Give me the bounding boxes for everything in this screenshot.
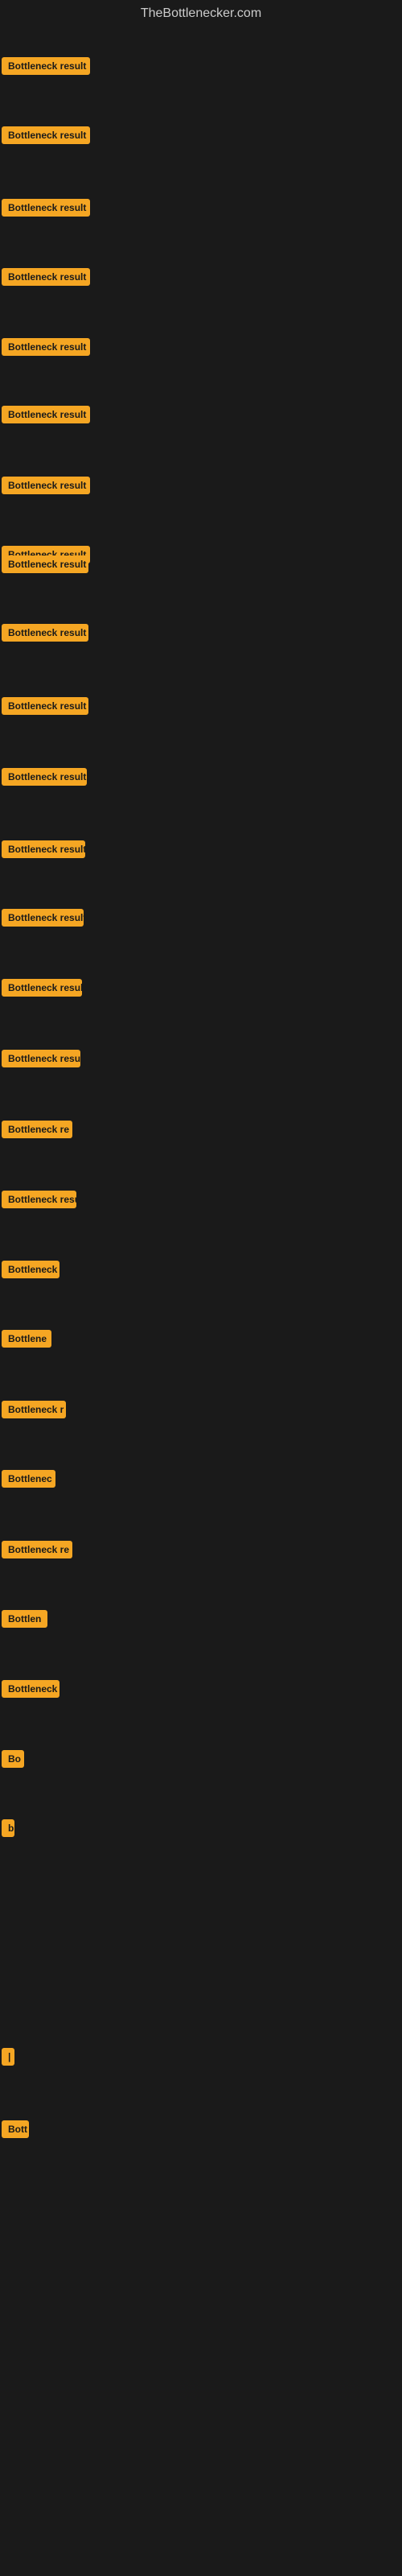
- bottleneck-result-badge: Bottleneck r: [2, 1401, 66, 1422]
- bottleneck-result-badge: Bottleneck result: [2, 697, 88, 719]
- bottleneck-result-badge: Bottleneck result: [2, 126, 90, 148]
- bottleneck-label: Bottleneck result: [2, 268, 90, 286]
- bottleneck-result-badge: Bottlenec: [2, 1470, 55, 1492]
- bottleneck-label: |: [2, 2048, 14, 2066]
- bottleneck-label: Bottleneck result: [2, 840, 85, 858]
- bottleneck-label: Bottleneck r: [2, 1401, 66, 1418]
- bottleneck-result-badge: Bottleneck result: [2, 768, 87, 790]
- bottleneck-label: Bottleneck result: [2, 768, 87, 786]
- bottleneck-result-badge: Bottleneck result: [2, 624, 88, 646]
- bottleneck-result-badge: Bottleneck result: [2, 57, 90, 79]
- bottleneck-result-badge: Bottleneck re: [2, 1541, 72, 1563]
- bottleneck-label: Bo: [2, 1750, 24, 1768]
- bottleneck-label: Bottleneck result: [2, 126, 90, 144]
- bottleneck-label: Bottleneck re: [2, 1121, 72, 1138]
- bottleneck-label: b: [2, 1819, 14, 1837]
- bottleneck-result-badge: Bottleneck result: [2, 199, 90, 221]
- bottleneck-label: Bottleneck result: [2, 477, 90, 494]
- bottleneck-label: Bottleneck result: [2, 909, 84, 927]
- bottleneck-label: Bottleneck: [2, 1261, 59, 1278]
- bottleneck-label: Bott: [2, 2120, 29, 2138]
- bottleneck-label: Bottleneck result: [2, 624, 88, 642]
- site-title: TheBottlenecker.com: [0, 0, 402, 27]
- bottleneck-result-badge: b: [2, 1819, 14, 1841]
- bottleneck-label: Bottleneck: [2, 1680, 59, 1698]
- bottleneck-label: Bottleneck result: [2, 338, 90, 356]
- bottleneck-result-badge: Bottleneck: [2, 1261, 59, 1282]
- bottleneck-label: Bottleneck result: [2, 199, 90, 217]
- bottleneck-label: Bottleneck result: [2, 555, 88, 573]
- bottleneck-label: Bottleneck result: [2, 979, 82, 997]
- bottleneck-result-badge: Bottlen: [2, 1610, 47, 1632]
- bottleneck-result-badge: Bottleneck: [2, 1680, 59, 1702]
- bottleneck-result-badge: Bo: [2, 1750, 24, 1772]
- bottleneck-result-badge: Bottleneck result: [2, 555, 88, 577]
- bottleneck-result-badge: Bottleneck result: [2, 477, 90, 498]
- bottleneck-result-badge: |: [2, 2048, 14, 2070]
- bottleneck-result-badge: Bottleneck result: [2, 1050, 80, 1071]
- bottleneck-result-badge: Bottleneck result: [2, 406, 90, 427]
- bottleneck-result-badge: Bottleneck result: [2, 338, 90, 360]
- bottleneck-result-badge: Bottleneck result: [2, 268, 90, 290]
- bottleneck-label: Bottleneck result: [2, 57, 90, 75]
- bottleneck-result-badge: Bottleneck result: [2, 979, 82, 1001]
- bottleneck-result-badge: Bottleneck resul: [2, 1191, 76, 1212]
- bottleneck-label: Bottleneck result: [2, 697, 88, 715]
- bottleneck-result-badge: Bottleneck result: [2, 909, 84, 931]
- bottleneck-label: Bottleneck resul: [2, 1191, 76, 1208]
- bottleneck-result-badge: Bottleneck result: [2, 840, 85, 862]
- bottleneck-label: Bottlen: [2, 1610, 47, 1628]
- bottleneck-label: Bottleneck re: [2, 1541, 72, 1558]
- bottleneck-result-badge: Bottleneck re: [2, 1121, 72, 1142]
- bottleneck-label: Bottleneck result: [2, 1050, 80, 1067]
- bottleneck-label: Bottlenec: [2, 1470, 55, 1488]
- bottleneck-label: Bottlene: [2, 1330, 51, 1348]
- bottleneck-label: Bottleneck result: [2, 406, 90, 423]
- bottleneck-result-badge: Bott: [2, 2120, 29, 2142]
- bottleneck-result-badge: Bottlene: [2, 1330, 51, 1352]
